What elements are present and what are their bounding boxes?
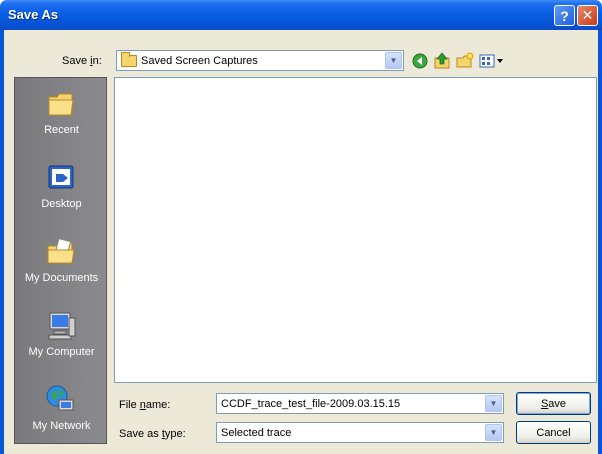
places-item-my-documents[interactable]: My Documents — [15, 226, 108, 300]
file-name-value: CCDF_trace_test_file-2009.03.15.15 — [221, 397, 401, 410]
my-documents-icon — [47, 238, 75, 264]
title-bar[interactable]: Save As ? ✕ — [0, 0, 602, 30]
desktop-icon — [48, 165, 74, 189]
up-folder-icon — [434, 52, 450, 69]
help-icon: ? — [560, 7, 569, 24]
save-as-type-value: Selected trace — [221, 426, 292, 439]
cancel-button[interactable]: Cancel — [516, 421, 591, 444]
file-name-input[interactable]: CCDF_trace_test_file-2009.03.15.15 ▼ — [216, 393, 504, 414]
places-label: Recent — [44, 124, 79, 136]
views-menu-icon — [479, 54, 503, 68]
places-label: My Documents — [24, 272, 99, 284]
back-button[interactable] — [410, 51, 430, 71]
save-in-dropdown[interactable]: Saved Screen Captures ▼ — [116, 50, 404, 71]
dialog-body: Save in: Saved Screen Captures ▼ Recent … — [4, 30, 598, 454]
save-as-type-dropdown[interactable]: Selected trace ▼ — [216, 422, 504, 443]
views-menu-button[interactable] — [478, 51, 506, 71]
dialog-title: Save As — [8, 7, 59, 22]
places-item-recent[interactable]: Recent — [15, 78, 108, 152]
my-network-icon — [46, 385, 74, 413]
places-label: Desktop — [41, 198, 82, 210]
file-list-view[interactable] — [114, 77, 597, 383]
my-computer-icon — [48, 312, 76, 340]
new-folder-button[interactable] — [455, 51, 475, 71]
places-bar: Recent Desktop My Documents My Computer … — [14, 77, 107, 444]
up-folder-button[interactable] — [432, 51, 452, 71]
save-in-label: Save in: — [62, 55, 102, 67]
help-button[interactable]: ? — [554, 5, 575, 26]
new-folder-icon — [456, 52, 474, 68]
folder-icon — [121, 51, 137, 67]
places-item-my-network[interactable]: My Network — [15, 374, 108, 448]
places-item-my-computer[interactable]: My Computer — [15, 300, 108, 374]
places-label: My Network — [32, 420, 91, 432]
save-as-type-label: Save as type: — [119, 428, 186, 440]
chevron-down-icon[interactable]: ▼ — [485, 395, 502, 412]
recent-icon — [48, 93, 74, 116]
places-label: My Computer — [28, 346, 95, 358]
save-as-dialog: Save As ? ✕ Save in: Saved Screen Captur… — [0, 0, 602, 454]
close-icon: ✕ — [581, 7, 594, 23]
save-button[interactable]: Save — [516, 392, 591, 415]
chevron-down-icon[interactable]: ▼ — [385, 52, 402, 69]
places-item-desktop[interactable]: Desktop — [15, 152, 108, 226]
chevron-down-icon[interactable]: ▼ — [485, 424, 502, 441]
file-name-label: File name: — [119, 399, 171, 411]
close-button[interactable]: ✕ — [577, 5, 598, 26]
save-in-value: Saved Screen Captures — [141, 54, 258, 67]
back-icon — [412, 53, 428, 69]
